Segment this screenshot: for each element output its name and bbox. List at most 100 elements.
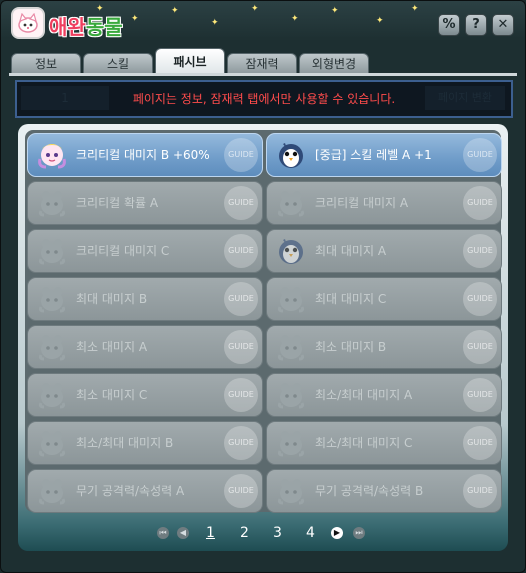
passive-slot[interactable]: 무기 공격력/속성력 A GUIDE (27, 469, 263, 513)
percent-button[interactable]: % (438, 14, 460, 36)
close-icon: ✕ (497, 17, 509, 32)
guide-button[interactable]: GUIDE (463, 138, 497, 172)
ghost-pet-icon (275, 331, 307, 363)
pagination: ⏮ ◀ 1 2 3 4 ▶ ⏭ (1, 521, 526, 545)
passive-label: 최소 대미지 C (76, 388, 148, 402)
passive-label: 크리티컬 대미지 C (76, 244, 170, 258)
penguin-pet-icon (275, 139, 307, 171)
guide-button[interactable]: GUIDE (463, 282, 497, 316)
fairy-pet-icon (36, 139, 68, 171)
passive-slot[interactable]: 최소/최대 대미지 A GUIDE (266, 373, 502, 417)
tab-divider (9, 73, 517, 76)
passive-label: 최소 대미지 B (315, 340, 387, 354)
help-icon: ? (472, 17, 480, 32)
passive-slot[interactable]: 최소 대미지 B GUIDE (266, 325, 502, 369)
pet-logo-icon (11, 7, 45, 39)
passive-slot[interactable]: 최대 대미지 A GUIDE (266, 229, 502, 273)
ghost-pet-icon (36, 283, 68, 315)
tab-appearance[interactable]: 외형변경 (299, 53, 369, 74)
guide-button[interactable]: GUIDE (224, 234, 258, 268)
ghost-pet-icon (275, 475, 307, 507)
ghost-pet-icon (36, 187, 68, 219)
page-1[interactable]: 1 (206, 521, 215, 545)
passive-label: 무기 공격력/속성력 A (76, 484, 185, 498)
guide-button[interactable]: GUIDE (224, 330, 258, 364)
ghost-pet-icon (36, 379, 68, 411)
guide-button[interactable]: GUIDE (463, 474, 497, 508)
sparkle-icon: ✦ (131, 14, 139, 24)
page-4[interactable]: 4 (306, 521, 315, 545)
passive-label: 최대 대미지 A (315, 244, 387, 258)
passive-slot[interactable]: 최소/최대 대미지 B GUIDE (27, 421, 263, 465)
ghost-pet-icon (36, 235, 68, 267)
passive-label: 무기 공격력/속성력 B (315, 484, 424, 498)
passive-label: 최소 대미지 A (76, 340, 148, 354)
close-button[interactable]: ✕ (492, 14, 514, 36)
passive-label: 크리티컬 확률 A (76, 196, 159, 210)
prev-page-icon[interactable]: ◀ (177, 527, 189, 539)
sparkle-icon: ✦ (211, 18, 219, 28)
passive-slot[interactable]: 크리티컬 대미지 B +60% GUIDE (27, 133, 263, 177)
tab-info[interactable]: 정보 (11, 53, 81, 74)
first-page-icon[interactable]: ⏮ (157, 527, 169, 539)
penguin-pet-icon (275, 235, 307, 267)
guide-button[interactable]: GUIDE (224, 186, 258, 220)
guide-button[interactable]: GUIDE (463, 186, 497, 220)
guide-button[interactable]: GUIDE (463, 378, 497, 412)
passive-slot[interactable]: 최소/최대 대미지 C GUIDE (266, 421, 502, 465)
passive-label: 크리티컬 대미지 B +60% (76, 148, 210, 162)
passive-slot[interactable]: 무기 공격력/속성력 B GUIDE (266, 469, 502, 513)
sparkle-icon: ✦ (331, 6, 339, 16)
percent-icon: % (442, 17, 456, 32)
passive-label: 최소/최대 대미지 A (315, 388, 413, 402)
sparkle-icon: ✦ (411, 4, 419, 14)
notice-bar: 1 페이지 변환 페이지는 정보, 잠재력 탭에서만 사용할 수 있습니다. (15, 80, 513, 118)
passive-label: 크리티컬 대미지 A (315, 196, 409, 210)
passive-label: 최대 대미지 C (315, 292, 387, 306)
next-page-icon[interactable]: ▶ (331, 527, 343, 539)
passive-label: 최소/최대 대미지 C (315, 436, 413, 450)
guide-button[interactable]: GUIDE (224, 282, 258, 316)
tab-passive[interactable]: 패시브 (155, 48, 225, 74)
sparkle-icon: ✦ (171, 6, 179, 16)
passive-slot[interactable]: 최대 대미지 B GUIDE (27, 277, 263, 321)
guide-button[interactable]: GUIDE (463, 426, 497, 460)
ghost-pet-icon (36, 475, 68, 507)
guide-button[interactable]: GUIDE (463, 330, 497, 364)
passive-slot[interactable]: 크리티컬 대미지 A GUIDE (266, 181, 502, 225)
passive-slot[interactable]: 크리티컬 대미지 C GUIDE (27, 229, 263, 273)
help-button[interactable]: ? (465, 14, 487, 36)
window-title-part1: 애완 (49, 15, 86, 39)
window-title-part2: 동물 (85, 15, 123, 39)
passive-label: 최대 대미지 B (76, 292, 148, 306)
page-3[interactable]: 3 (273, 521, 282, 545)
ghost-pet-icon (275, 379, 307, 411)
guide-button[interactable]: GUIDE (224, 474, 258, 508)
ghost-pet-icon (36, 427, 68, 459)
title-bar[interactable]: ✦ ✦ ✦ ✦ ✦ ✦ ✦ ✦ ✦ 애완동물 % ? ✕ (1, 1, 525, 47)
ghost-pet-icon (275, 283, 307, 315)
tab-skill[interactable]: 스킬 (83, 53, 153, 74)
passive-label: 최소/최대 대미지 B (76, 436, 174, 450)
passive-label: [중급] 스킬 레벨 A +1 (315, 148, 432, 162)
passive-slot[interactable]: 최소 대미지 A GUIDE (27, 325, 263, 369)
ghost-pet-icon (275, 427, 307, 459)
guide-button[interactable]: GUIDE (224, 138, 258, 172)
ghost-pet-icon (36, 331, 68, 363)
passive-slot[interactable]: 최대 대미지 C GUIDE (266, 277, 502, 321)
tab-potential[interactable]: 잠재력 (227, 53, 297, 74)
notice-message: 페이지는 정보, 잠재력 탭에서만 사용할 수 있습니다. (132, 92, 396, 106)
guide-button[interactable]: GUIDE (224, 378, 258, 412)
window-title: 애완동물 (49, 11, 123, 40)
guide-button[interactable]: GUIDE (463, 234, 497, 268)
sparkle-icon: ✦ (376, 16, 384, 26)
passive-slot[interactable]: [중급] 스킬 레벨 A +1 GUIDE (266, 133, 502, 177)
pet-window: ✦ ✦ ✦ ✦ ✦ ✦ ✦ ✦ ✦ 애완동물 % ? ✕ 정보 스킬 패시브 잠… (0, 0, 526, 573)
sparkle-icon: ✦ (291, 14, 299, 24)
last-page-icon[interactable]: ⏭ (353, 527, 365, 539)
sparkle-icon: ✦ (251, 4, 259, 14)
page-2[interactable]: 2 (240, 521, 249, 545)
guide-button[interactable]: GUIDE (224, 426, 258, 460)
passive-slot[interactable]: 최소 대미지 C GUIDE (27, 373, 263, 417)
passive-slot[interactable]: 크리티컬 확률 A GUIDE (27, 181, 263, 225)
